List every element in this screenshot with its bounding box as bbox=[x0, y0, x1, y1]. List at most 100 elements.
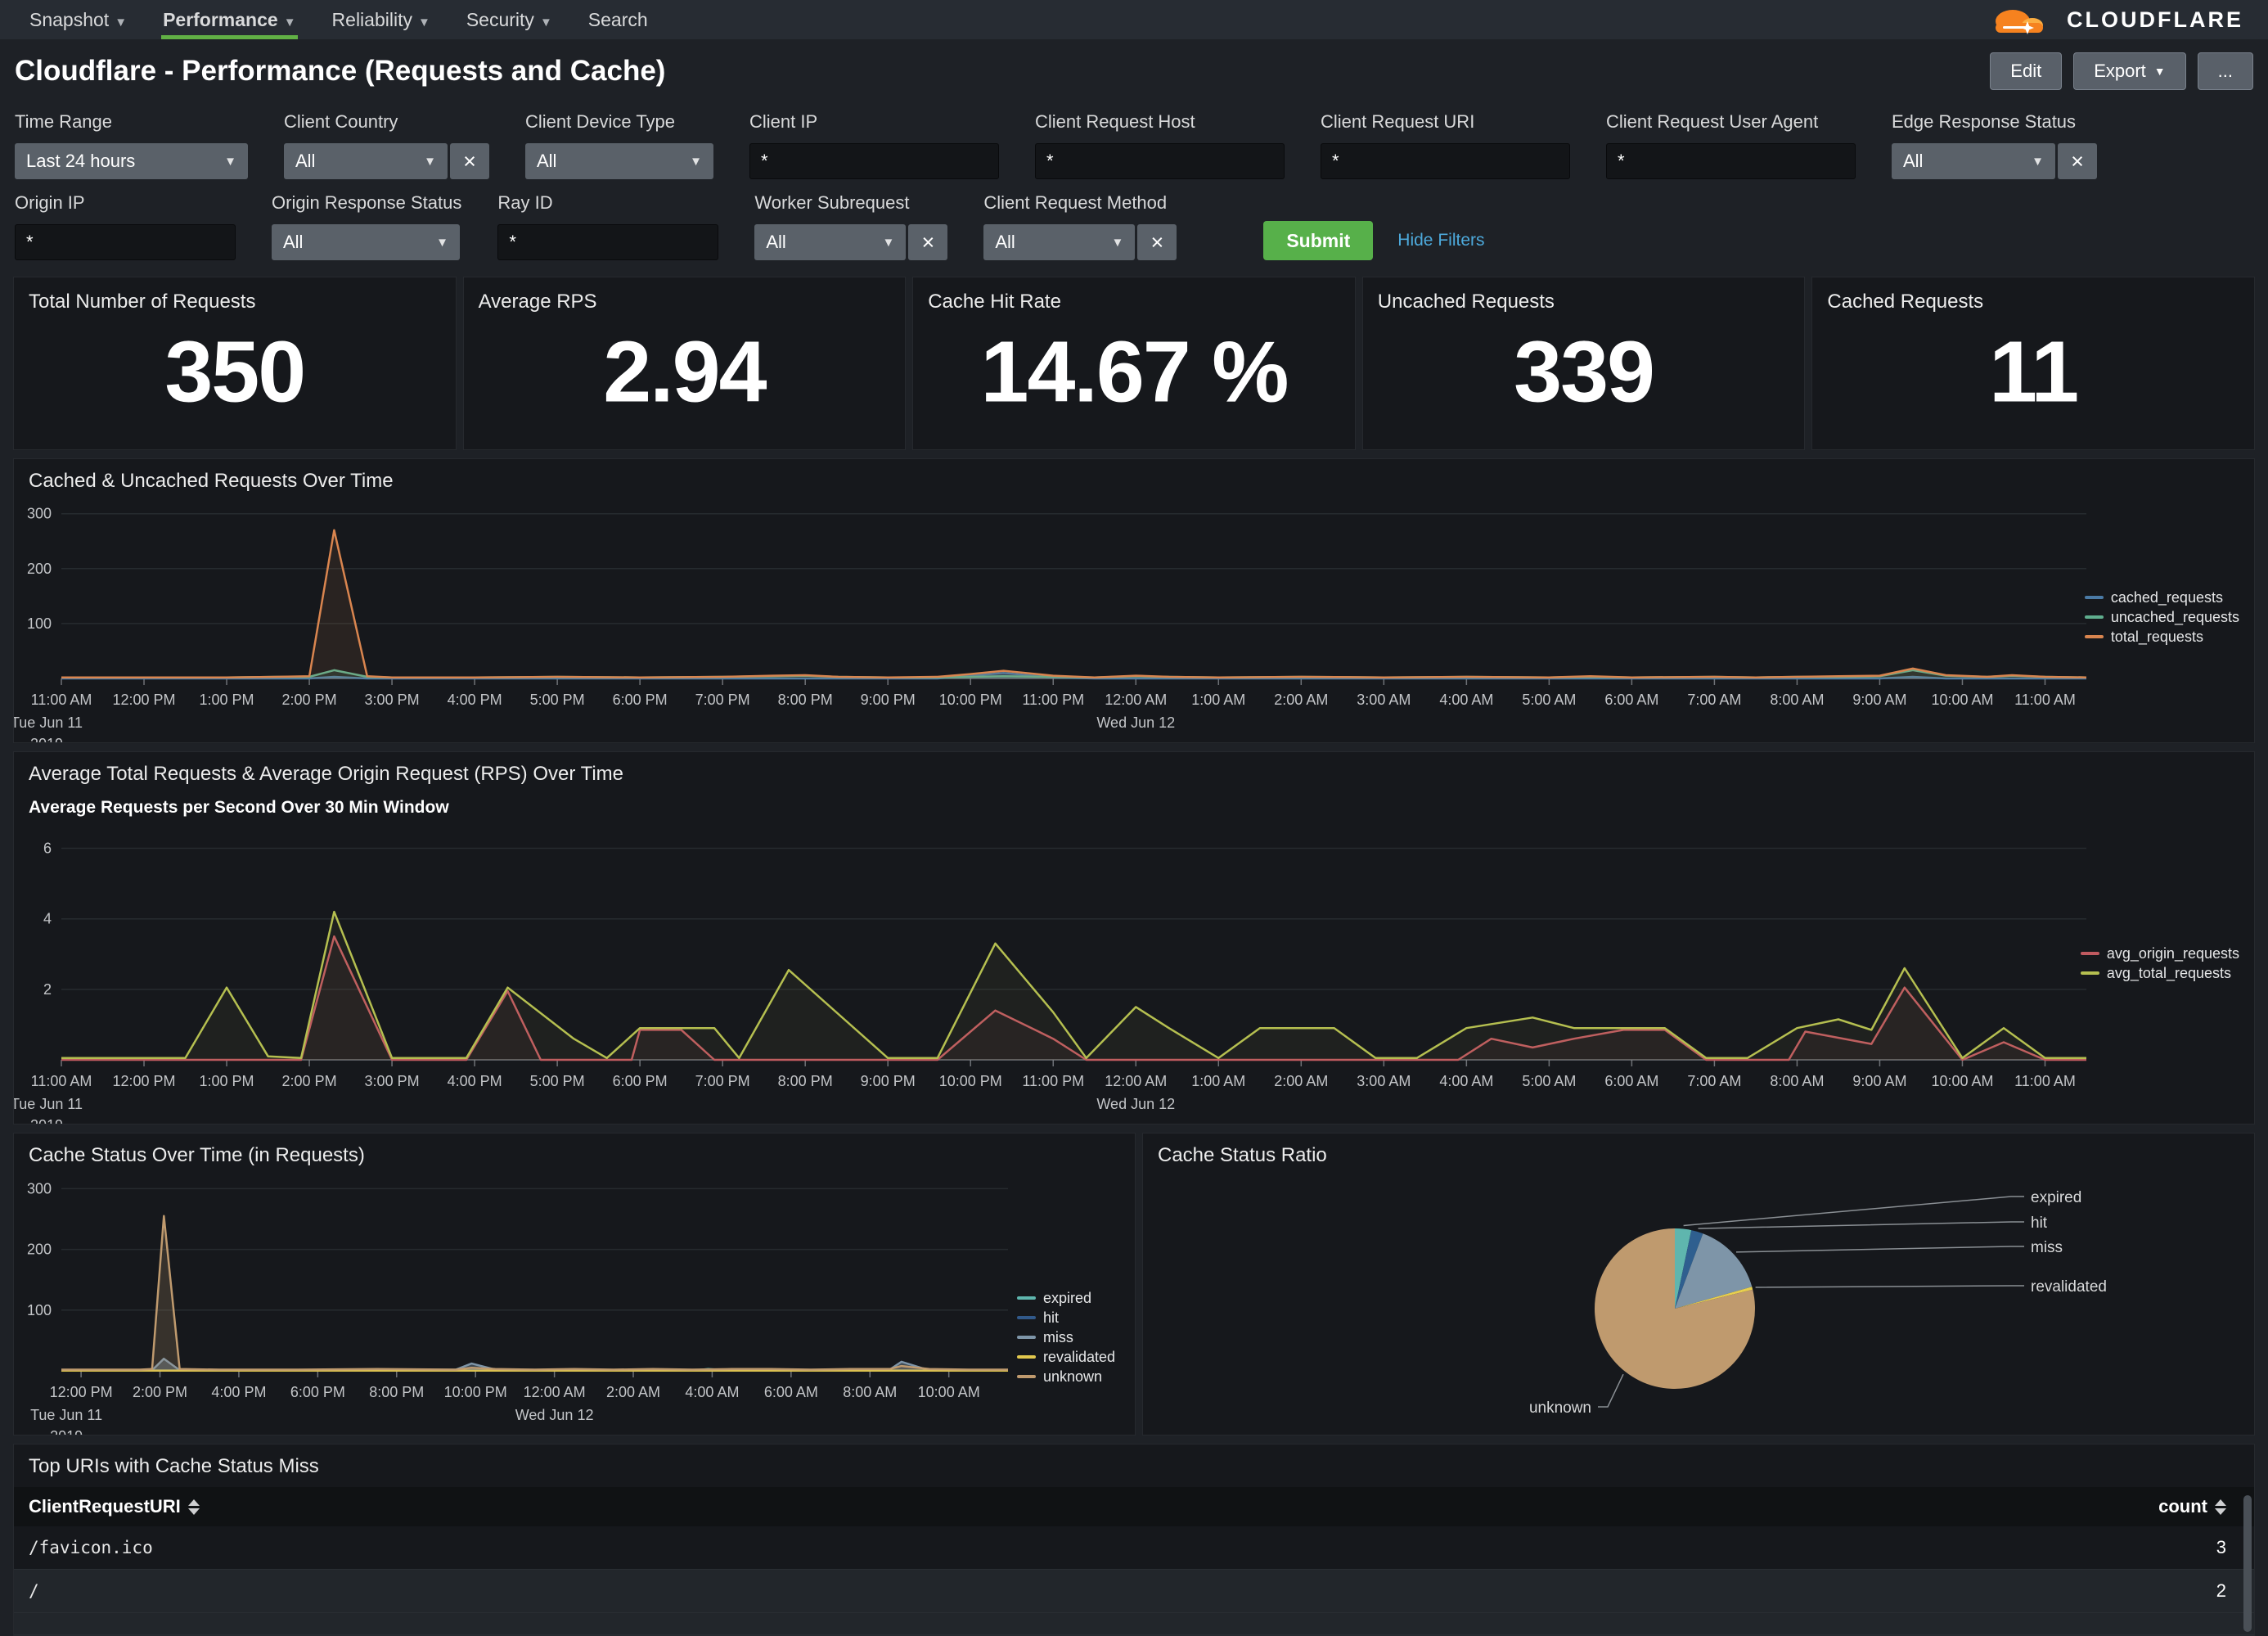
svg-text:10:00 PM: 10:00 PM bbox=[939, 1073, 1002, 1089]
svg-text:9:00 PM: 9:00 PM bbox=[861, 1073, 916, 1089]
filter-label: Client Device Type bbox=[525, 111, 713, 133]
svg-text:9:00 PM: 9:00 PM bbox=[861, 692, 916, 708]
legend-item-revalidated[interactable]: revalidated bbox=[1017, 1349, 1115, 1366]
svg-text:11:00 PM: 11:00 PM bbox=[1022, 1073, 1084, 1089]
legend-item-total-requests[interactable]: total_requests bbox=[2085, 629, 2239, 646]
nav-item-reliability[interactable]: Reliability ▼ bbox=[314, 0, 448, 39]
hide-filters-link[interactable]: Hide Filters bbox=[1397, 231, 1484, 250]
svg-text:6:00 PM: 6:00 PM bbox=[613, 1073, 668, 1089]
stat-panel-average-rps: Average RPS 2.94 bbox=[463, 277, 907, 450]
panel-average-rps: Average Total Requests & Average Origin … bbox=[13, 751, 2255, 1124]
legend-item-avg-origin-requests[interactable]: avg_origin_requests bbox=[2081, 945, 2239, 962]
svg-text:1:00 PM: 1:00 PM bbox=[200, 692, 254, 708]
filter-label: Client Request URI bbox=[1321, 111, 1570, 133]
cloudflare-logo-icon bbox=[1985, 2, 2059, 38]
client-request-uri-input[interactable] bbox=[1321, 143, 1570, 179]
legend-color-swatch bbox=[2081, 952, 2099, 955]
svg-text:2:00 AM: 2:00 AM bbox=[1274, 692, 1328, 708]
stat-panel-total-number-of-requests: Total Number of Requests 350 bbox=[13, 277, 457, 450]
brand-name: CLOUDFLARE bbox=[2067, 7, 2243, 33]
ray-id-input[interactable] bbox=[497, 224, 718, 260]
edge-response-status-clear-button[interactable]: × bbox=[2058, 143, 2097, 179]
table-header: ClientRequestURI count bbox=[14, 1487, 2254, 1526]
table-row[interactable]: /favicon.ico 3 bbox=[14, 1526, 2254, 1570]
table-row[interactable]: / 2 bbox=[14, 1570, 2254, 1613]
column-label: count bbox=[2158, 1496, 2207, 1517]
origin-response-status-select[interactable]: All ▼ bbox=[272, 224, 460, 260]
svg-text:1:00 AM: 1:00 AM bbox=[1191, 692, 1245, 708]
legend-label: uncached_requests bbox=[2111, 609, 2239, 626]
svg-text:2:00 PM: 2:00 PM bbox=[282, 1073, 337, 1089]
svg-text:12:00 AM: 12:00 AM bbox=[1105, 692, 1167, 708]
svg-text:9:00 AM: 9:00 AM bbox=[1852, 692, 1906, 708]
legend-item-avg-total-requests[interactable]: avg_total_requests bbox=[2081, 965, 2239, 982]
svg-text:10:00 PM: 10:00 PM bbox=[444, 1384, 507, 1400]
chevron-down-icon: ▼ bbox=[418, 16, 430, 29]
nav-item-performance[interactable]: Performance▼ bbox=[145, 0, 313, 39]
select-value: All bbox=[537, 151, 680, 172]
svg-text:11:00 PM: 11:00 PM bbox=[1022, 692, 1084, 708]
filter-client-request-user-agent: Client Request User Agent bbox=[1606, 111, 1856, 179]
chart-subtitle: Average Requests per Second Over 30 Min … bbox=[14, 790, 2254, 819]
stat-title: Uncached Requests bbox=[1363, 277, 1805, 327]
legend-item-unknown[interactable]: unknown bbox=[1017, 1368, 1115, 1386]
svg-text:5:00 PM: 5:00 PM bbox=[530, 692, 585, 708]
svg-text:6:00 AM: 6:00 AM bbox=[1604, 1073, 1658, 1089]
cache-status-ratio-pie: expiredhitmissrevalidatedunknown bbox=[1143, 1171, 2252, 1435]
sort-icon bbox=[2215, 1499, 2226, 1515]
svg-text:300: 300 bbox=[27, 506, 52, 522]
client-country-select[interactable]: All ▼ bbox=[284, 143, 448, 179]
export-button[interactable]: Export▼ bbox=[2073, 52, 2185, 90]
edit-button[interactable]: Edit bbox=[1990, 52, 2062, 90]
column-header-clientrequesturi[interactable]: ClientRequestURI bbox=[14, 1496, 2046, 1517]
svg-text:6:00 PM: 6:00 PM bbox=[290, 1384, 345, 1400]
chevron-down-icon: ▼ bbox=[424, 155, 436, 169]
origin-ip-input[interactable] bbox=[15, 224, 236, 260]
filter-client-ip: Client IP bbox=[749, 111, 999, 179]
svg-text:4:00 PM: 4:00 PM bbox=[211, 1384, 266, 1400]
client-request-user-agent-input[interactable] bbox=[1606, 143, 1856, 179]
column-header-count[interactable]: count bbox=[2046, 1496, 2254, 1517]
time-range-select[interactable]: Last 24 hours ▼ bbox=[15, 143, 248, 179]
nav-item-search[interactable]: Search bbox=[570, 0, 666, 39]
legend-item-cached-requests[interactable]: cached_requests bbox=[2085, 589, 2239, 606]
legend-item-uncached-requests[interactable]: uncached_requests bbox=[2085, 609, 2239, 626]
svg-text:12:00 PM: 12:00 PM bbox=[50, 1384, 113, 1400]
stat-value: 11 bbox=[1812, 322, 2254, 421]
submit-button[interactable]: Submit bbox=[1263, 221, 1373, 260]
select-value: All bbox=[995, 232, 1101, 253]
legend-color-swatch bbox=[2085, 635, 2104, 638]
svg-text:4:00 PM: 4:00 PM bbox=[448, 692, 502, 708]
select-value: All bbox=[1903, 151, 2022, 172]
client-request-method-select[interactable]: All ▼ bbox=[983, 224, 1135, 260]
svg-text:Tue Jun 11: Tue Jun 11 bbox=[30, 1407, 102, 1423]
cached-uncached-chart: 10020030011:00 AMTue Jun 11201912:00 PM1… bbox=[14, 497, 2254, 742]
nav-item-snapshot[interactable]: Snapshot▼ bbox=[11, 0, 145, 39]
client-ip-input[interactable] bbox=[749, 143, 999, 179]
edge-response-status-select[interactable]: All ▼ bbox=[1892, 143, 2055, 179]
select-value: All bbox=[766, 232, 872, 253]
worker-subrequest-select[interactable]: All ▼ bbox=[754, 224, 906, 260]
legend-color-swatch bbox=[1017, 1316, 1036, 1319]
client-request-host-input[interactable] bbox=[1035, 143, 1285, 179]
legend-item-miss[interactable]: miss bbox=[1017, 1329, 1115, 1346]
worker-subrequest-clear-button[interactable]: × bbox=[908, 224, 947, 260]
nav-item-label: Snapshot bbox=[29, 9, 109, 30]
select-value: All bbox=[295, 151, 414, 172]
client-country-clear-button[interactable]: × bbox=[450, 143, 489, 179]
legend-item-hit[interactable]: hit bbox=[1017, 1309, 1115, 1327]
legend-item-expired[interactable]: expired bbox=[1017, 1290, 1115, 1307]
client-request-method-clear-button[interactable]: × bbox=[1137, 224, 1177, 260]
svg-text:8:00 PM: 8:00 PM bbox=[778, 1073, 833, 1089]
svg-text:8:00 AM: 8:00 AM bbox=[1770, 1073, 1824, 1089]
legend-label: total_requests bbox=[2111, 629, 2203, 646]
svg-text:200: 200 bbox=[27, 1242, 52, 1258]
chevron-down-icon: ▼ bbox=[2032, 155, 2044, 169]
nav-item-security[interactable]: Security▼ bbox=[448, 0, 570, 39]
client-device-type-select[interactable]: All ▼ bbox=[525, 143, 713, 179]
nav-item-label: Reliability bbox=[332, 9, 412, 30]
chevron-down-icon: ▼ bbox=[690, 155, 702, 169]
filter-label: Client IP bbox=[749, 111, 999, 133]
table-scrollbar[interactable] bbox=[2243, 1495, 2252, 1632]
more-options-button[interactable]: ... bbox=[2198, 52, 2253, 90]
